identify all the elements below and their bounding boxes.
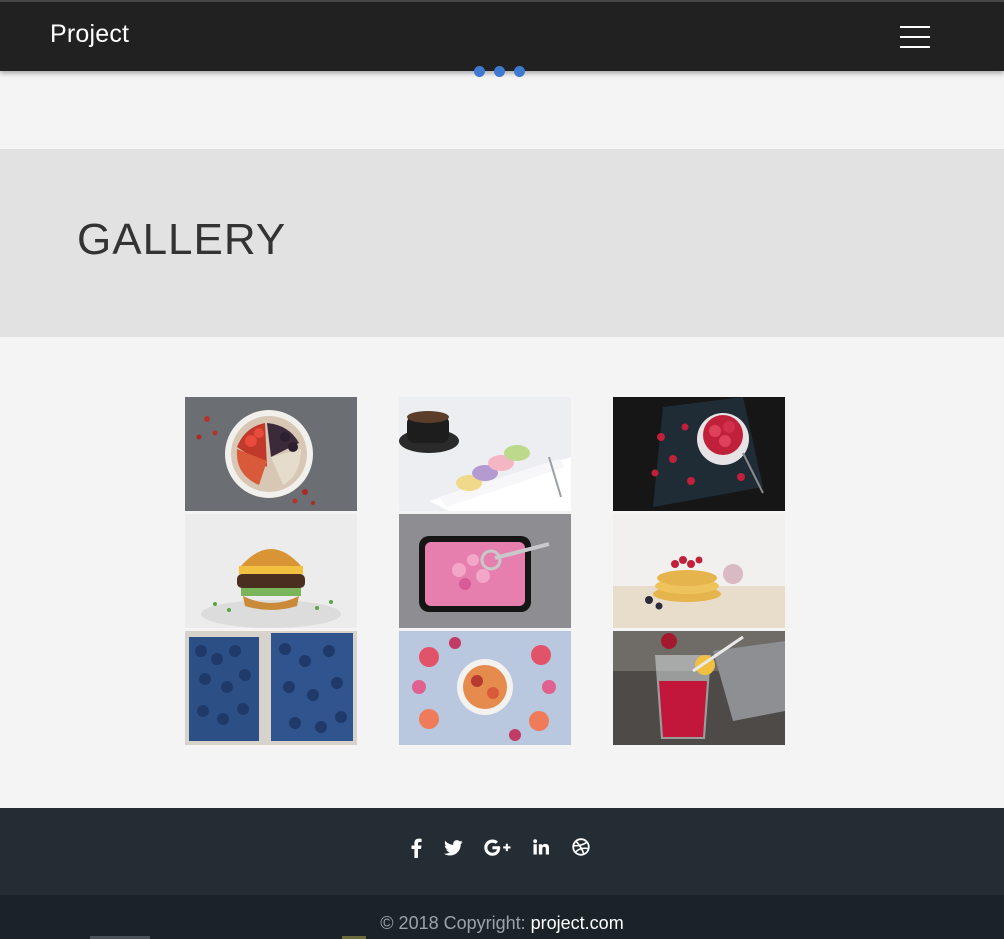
brand-link[interactable]: Project (50, 20, 129, 49)
smoothie-bowl-image[interactable] (185, 397, 357, 511)
footer-copyright-bar: © 2018 Copyright: project.com (0, 895, 1004, 939)
linkedin-icon[interactable] (533, 837, 550, 859)
pink-ice-cream-image[interactable] (399, 514, 571, 628)
hamburger-menu-icon[interactable] (900, 25, 932, 49)
facebook-icon[interactable] (409, 837, 423, 859)
fruit-bowl-image[interactable] (399, 631, 571, 745)
burger-image[interactable] (185, 514, 357, 628)
hamburger-line (900, 46, 930, 48)
hamburger-line (900, 36, 930, 38)
hamburger-line (900, 26, 930, 28)
google-plus-icon[interactable] (484, 837, 512, 859)
loading-dot (494, 66, 505, 77)
page-header: GALLERY (0, 149, 1004, 337)
blueberries-image[interactable] (185, 631, 357, 745)
red-drink-image[interactable] (613, 631, 785, 745)
twitter-icon[interactable] (444, 837, 464, 859)
loading-dot (514, 66, 525, 77)
loading-dots-icon (474, 66, 534, 78)
coffee-macarons-image[interactable] (399, 397, 571, 511)
page-title: GALLERY (77, 215, 287, 264)
copyright-link[interactable]: project.com (531, 913, 624, 933)
pancakes-image[interactable] (613, 514, 785, 628)
loading-dot (474, 66, 485, 77)
gallery-grid (185, 397, 785, 745)
dribbble-icon[interactable] (572, 837, 592, 859)
copyright-text: © 2018 Copyright: project.com (0, 913, 1004, 934)
navbar: Project (0, 2, 1004, 71)
copyright-prefix: © 2018 Copyright: (380, 913, 531, 933)
raspberries-bowl-image[interactable] (613, 397, 785, 511)
footer-social-bar (0, 808, 1004, 895)
